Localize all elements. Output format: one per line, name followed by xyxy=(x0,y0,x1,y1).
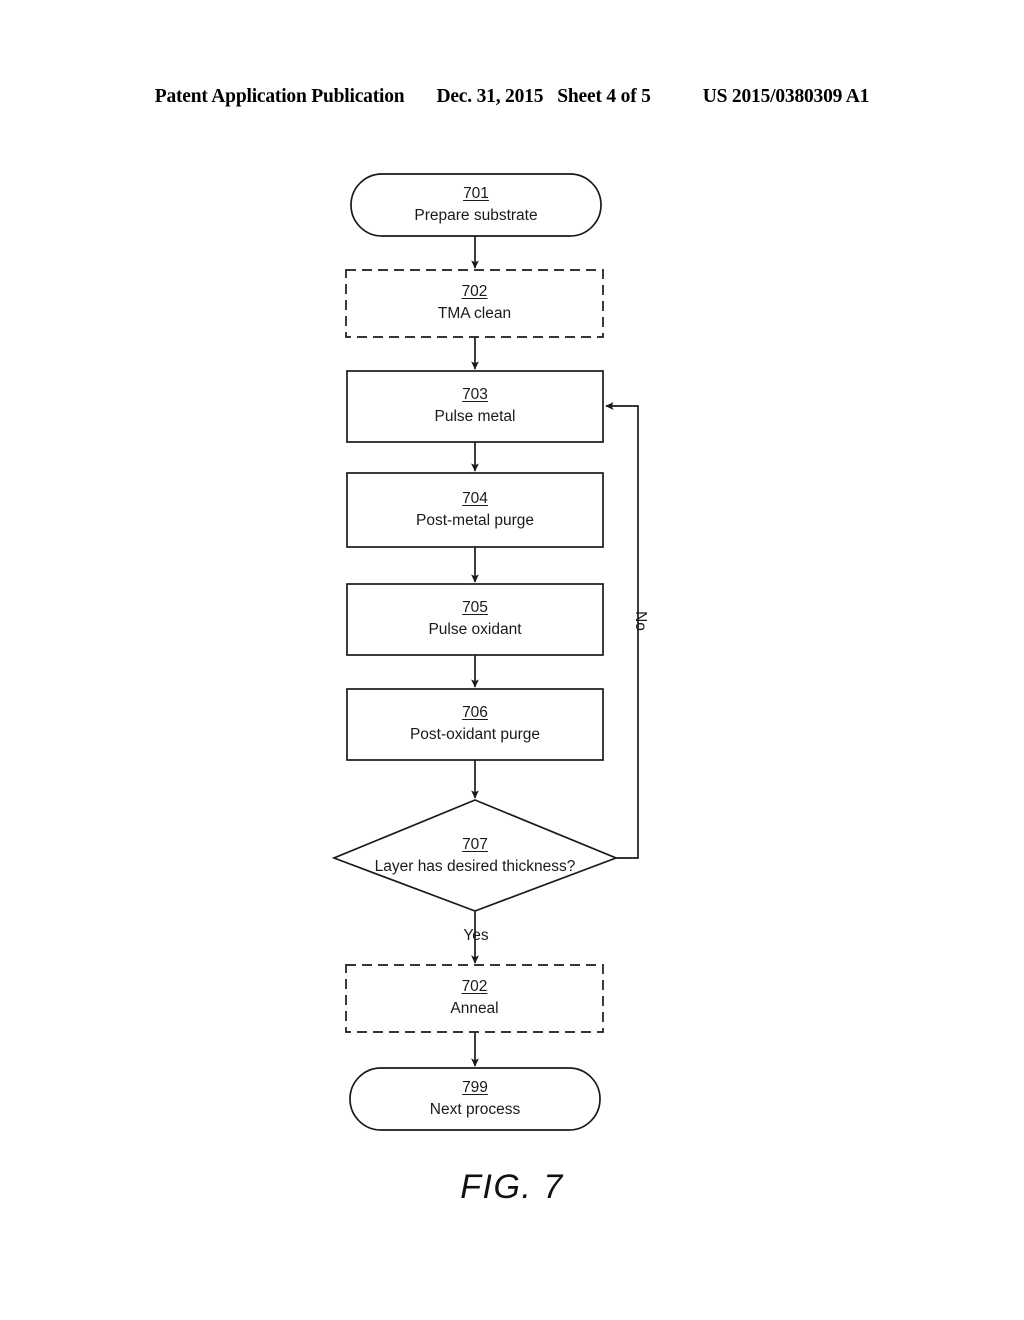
figure-caption: FIG. 7 xyxy=(460,1168,564,1206)
flowchart-figure: 701 Prepare substrate 702 TMA clean 703 … xyxy=(0,0,1024,1320)
node-799-shape xyxy=(349,1067,601,1131)
node-701-shape xyxy=(350,173,602,237)
edge-label-yes: Yes xyxy=(463,927,489,944)
node-703-shape xyxy=(346,370,604,443)
node-705-shape xyxy=(346,583,604,656)
node-707-shape xyxy=(331,799,619,912)
node-704-shape xyxy=(346,472,604,548)
edge-label-no: No xyxy=(632,611,649,631)
flowchart-svg xyxy=(331,173,639,1131)
node-702a-shape xyxy=(345,269,604,338)
node-706-shape xyxy=(346,688,604,761)
node-702b-shape xyxy=(345,964,604,1033)
